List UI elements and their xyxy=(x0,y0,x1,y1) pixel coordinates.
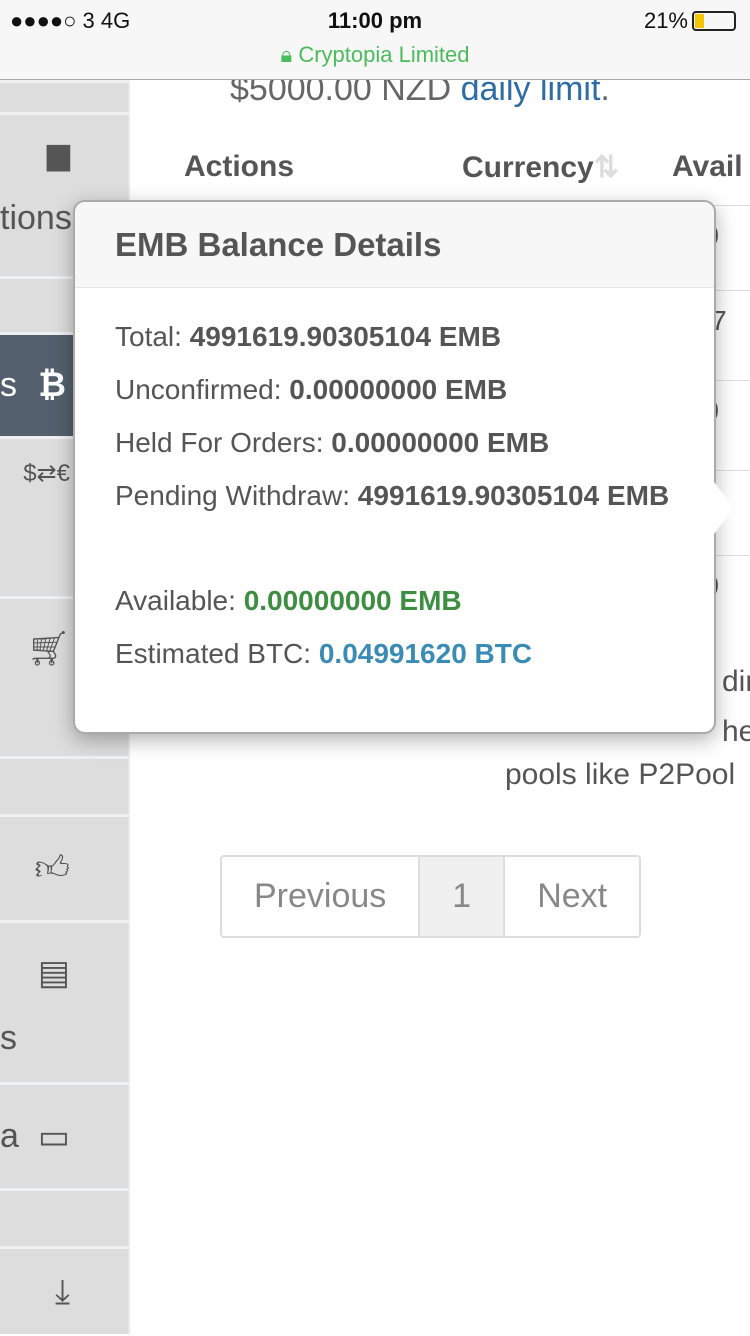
clock: 11:00 pm xyxy=(327,8,423,33)
available-row: Available: 0.00000000 EMB xyxy=(115,585,462,616)
thumbs-up-icon: 👍︎ xyxy=(34,849,70,887)
notification-icon: ▆ xyxy=(46,138,70,171)
column-header-available: Avail xyxy=(672,150,743,183)
popover-title: EMB Balance Details xyxy=(75,202,714,288)
column-header-currency[interactable]: Currency⇅ xyxy=(462,150,619,185)
download-icon: ⤓ xyxy=(54,1273,70,1311)
sidebar-item-download[interactable]: ⤓ xyxy=(0,1246,130,1336)
description-text: dire xyxy=(722,665,750,698)
sidebar-item-top[interactable] xyxy=(0,80,130,112)
sort-icon: ⇅ xyxy=(593,151,619,184)
battery-percent: 21% xyxy=(643,8,688,33)
sidebar-item-blank3[interactable] xyxy=(0,1188,130,1246)
held-row: Held For Orders: 0.00000000 EMB xyxy=(115,427,550,458)
sidebar-item-payment[interactable]: a ▭ xyxy=(0,1082,130,1188)
credit-card-icon: ▭ xyxy=(37,1117,70,1156)
history-icon: ▤ xyxy=(37,954,70,992)
balance-details-popover: EMB Balance Details Total: 4991619.90305… xyxy=(73,200,734,734)
page-1-button[interactable]: 1 xyxy=(420,857,506,936)
unconfirmed-row: Unconfirmed: 0.00000000 EMB xyxy=(115,374,508,405)
battery-icon xyxy=(692,11,736,31)
estimated-btc-row: Estimated BTC: 0.04991620 BTC xyxy=(115,638,533,669)
cart-icon: 🛒︎ xyxy=(26,630,70,668)
currency-exchange-icon: $⇄€ xyxy=(23,460,70,487)
bitcoin-icon: ₿ xyxy=(38,366,66,404)
pending-withdraw-row: Pending Withdraw: 4991619.90305104 EMB xyxy=(115,480,670,511)
previous-button[interactable]: Previous xyxy=(222,857,421,936)
column-header-actions: Actions xyxy=(184,150,295,183)
sidebar-item-vote[interactable]: 👍︎ xyxy=(0,814,130,920)
pagination: Previous 1 Next xyxy=(220,855,642,938)
site-url[interactable]: 🔒︎ Cryptopia Limited xyxy=(0,42,750,68)
next-button[interactable]: Next xyxy=(505,857,639,936)
lock-icon: 🔒︎ xyxy=(280,42,293,67)
sidebar-item-history[interactable]: s ▤ xyxy=(0,920,130,1082)
sidebar-item-blank2[interactable] xyxy=(0,756,130,814)
status-bar: ●●●●○ 3 4G 11:00 pm 21% 🔒︎ Cryptopia Lim… xyxy=(0,0,750,80)
total-row: Total: 4991619.90305104 EMB xyxy=(115,321,502,352)
description-text: pools like P2Pool xyxy=(505,758,736,791)
battery: 21% xyxy=(644,8,736,34)
description-text: her xyxy=(722,715,750,748)
popover-arrow xyxy=(714,482,734,534)
